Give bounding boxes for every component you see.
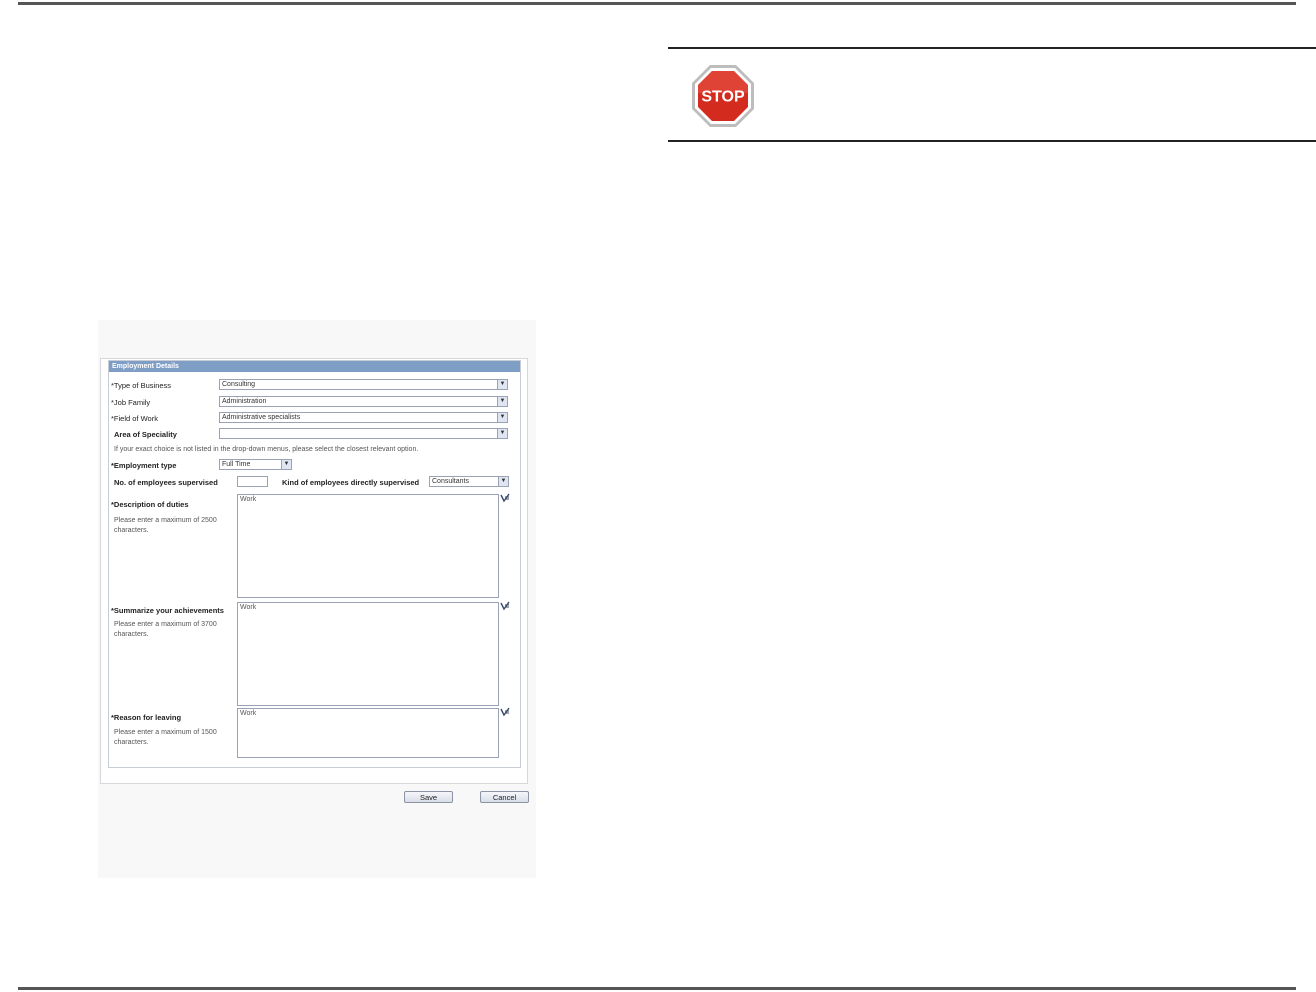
- chevron-down-icon[interactable]: ▼: [497, 380, 507, 389]
- area-of-speciality-select[interactable]: ▼: [219, 428, 508, 439]
- type-of-business-label: *Type of Business: [111, 381, 172, 390]
- cancel-button[interactable]: Cancel: [480, 791, 529, 803]
- employees-supervised-label: No. of employees supervised: [114, 478, 218, 487]
- description-label: *Description of duties: [111, 500, 189, 509]
- description-textarea[interactable]: Work: [237, 494, 499, 598]
- stop-sign-text: STOP: [701, 89, 745, 106]
- description-hint: Please enter a maximum of 2500 character…: [114, 517, 217, 534]
- field-of-work-value: Administrative specialists: [222, 414, 301, 421]
- reason-hint: Please enter a maximum of 1500 character…: [114, 729, 217, 746]
- achievements-textarea[interactable]: Work: [237, 602, 499, 706]
- field-of-work-label: *Field of Work: [111, 414, 158, 423]
- employment-type-value: Full Time: [222, 461, 251, 468]
- stop-sign-icon: STOP: [692, 65, 754, 127]
- type-of-business-select[interactable]: Consulting ▼: [219, 379, 508, 390]
- chevron-down-icon[interactable]: ▼: [281, 460, 291, 469]
- type-of-business-value: Consulting: [222, 381, 256, 388]
- stop-callout: STOP: [668, 47, 1316, 142]
- save-button[interactable]: Save: [404, 791, 453, 803]
- chevron-down-icon[interactable]: ▼: [497, 429, 507, 438]
- spellcheck-icon[interactable]: [500, 493, 510, 503]
- job-family-value: Administration: [222, 398, 267, 405]
- form-screenshot: Employment Details *Type of Business Con…: [98, 320, 536, 878]
- job-family-label: *Job Family: [111, 398, 151, 407]
- achievements-label: *Summarize your achievements: [111, 606, 224, 615]
- employment-type-select[interactable]: Full Time ▼: [219, 459, 292, 470]
- kind-supervised-label: Kind of employees directly supervised: [282, 478, 420, 487]
- spellcheck-icon[interactable]: [500, 601, 510, 611]
- chevron-down-icon[interactable]: ▼: [498, 477, 508, 486]
- reason-label: *Reason for leaving: [111, 713, 182, 722]
- top-rule: [18, 2, 1296, 5]
- field-of-work-select[interactable]: Administrative specialists ▼: [219, 412, 508, 423]
- job-family-select[interactable]: Administration ▼: [219, 396, 508, 407]
- dropdown-note: If your exact choice is not listed in th…: [114, 446, 419, 453]
- bottom-rule: [18, 987, 1296, 990]
- chevron-down-icon[interactable]: ▼: [497, 397, 507, 406]
- section-header: Employment Details: [109, 361, 520, 372]
- employment-type-label: *Employment type: [111, 461, 177, 470]
- employment-panel: Employment Details *Type of Business Con…: [100, 358, 528, 784]
- reason-textarea[interactable]: Work: [237, 708, 499, 758]
- spellcheck-icon[interactable]: [500, 707, 510, 717]
- kind-supervised-select[interactable]: Consultants ▼: [429, 476, 509, 487]
- chevron-down-icon[interactable]: ▼: [497, 413, 507, 422]
- area-of-speciality-label: Area of Speciality: [114, 430, 177, 439]
- employees-supervised-input[interactable]: [237, 476, 268, 487]
- employment-details-box: Employment Details *Type of Business Con…: [108, 360, 521, 768]
- achievements-hint: Please enter a maximum of 3700 character…: [114, 621, 217, 638]
- kind-supervised-value: Consultants: [432, 478, 469, 485]
